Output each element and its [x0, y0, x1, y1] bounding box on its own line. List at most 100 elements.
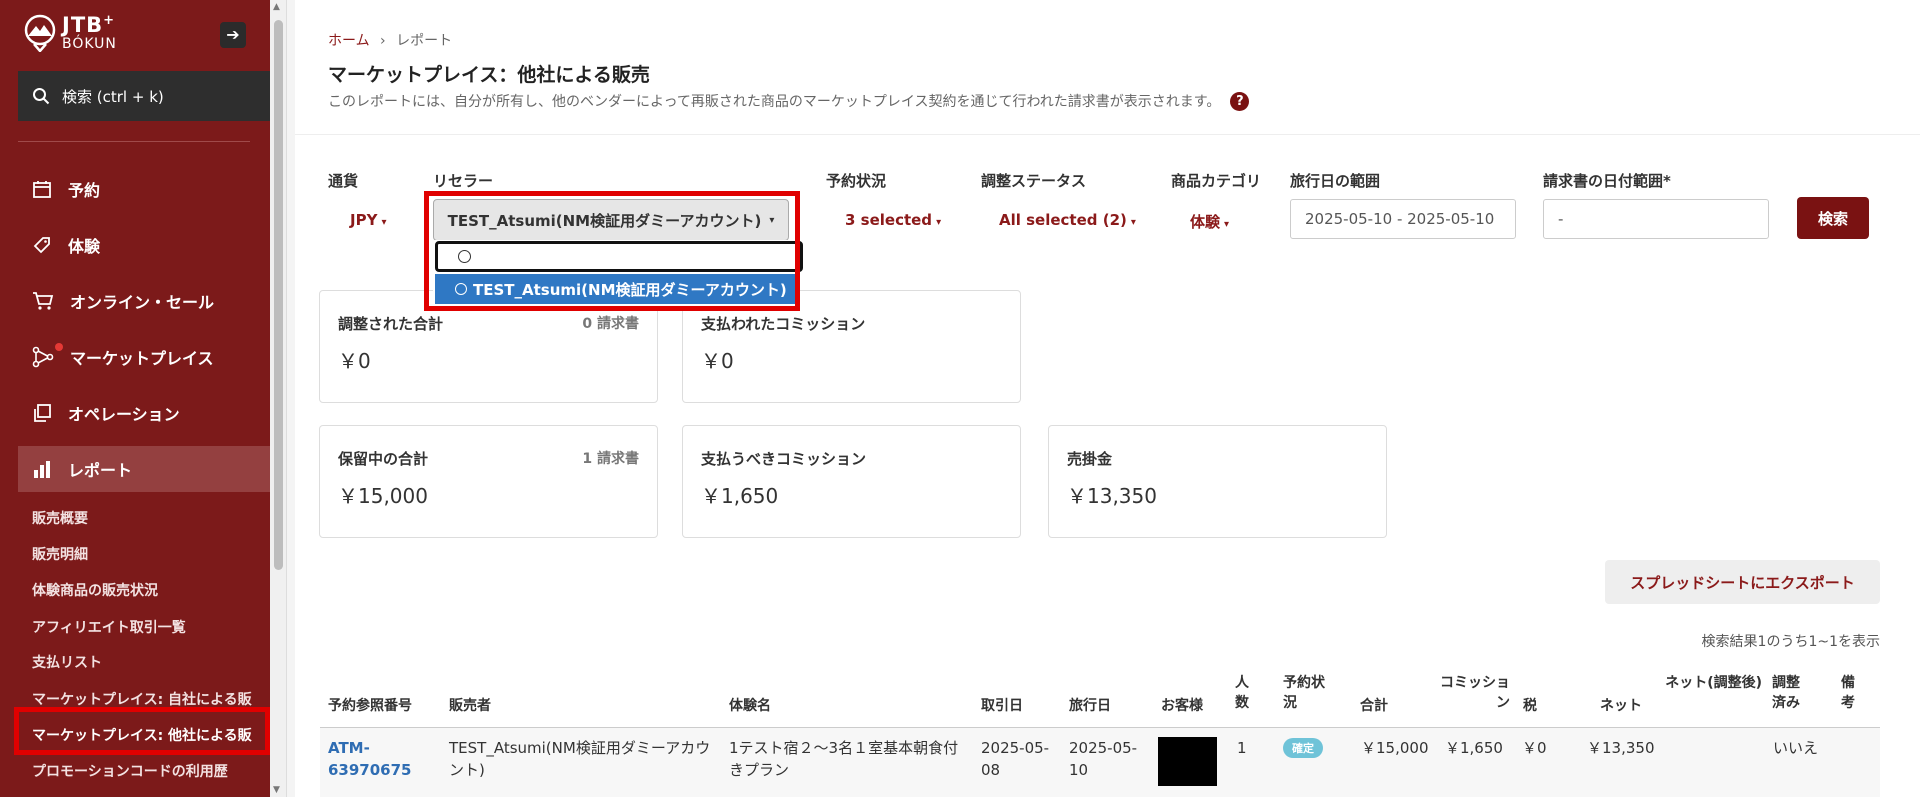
invoice-date-input[interactable]: -: [1543, 199, 1769, 239]
sidebar-sub-payment-list[interactable]: 支払リスト: [32, 652, 102, 672]
result-info: 検索結果1のうち1~1を表示: [1701, 634, 1880, 650]
th-seller[interactable]: 販売者: [449, 697, 491, 717]
card-receivables: 売掛金 ￥13,350: [1048, 425, 1387, 538]
sidebar-sub-affiliate[interactable]: アフィリエイト取引一覧: [32, 617, 186, 637]
card-value: ￥1,650: [701, 484, 779, 508]
category-select[interactable]: 体験 ▾: [1190, 211, 1229, 232]
calendar-icon: [33, 181, 51, 198]
sidebar-item-bookings[interactable]: 予約: [18, 166, 270, 212]
mountain-logo-icon: [24, 14, 56, 53]
sidebar-sub-sales-detail[interactable]: 販売明細: [32, 544, 88, 564]
th-adjusted[interactable]: 調整済み: [1772, 674, 1812, 713]
th-experience[interactable]: 体験名: [729, 697, 771, 717]
sidebar: JTB+ BÓKUN ➔ 検索 (ctrl + k) 予約 体験 オンライン・セ…: [0, 0, 270, 797]
booking-status-label: 予約状況: [826, 172, 887, 190]
sidebar-item-operations[interactable]: オペレーション: [18, 390, 270, 436]
card-value: ￥0: [701, 349, 734, 373]
booking-status-select[interactable]: 3 selected ▾: [845, 211, 941, 229]
scroll-down-icon[interactable]: ▼: [273, 785, 280, 795]
cell-travel-date: 2025-05-10: [1069, 739, 1138, 779]
travel-date-input[interactable]: 2025-05-10 - 2025-05-10: [1290, 199, 1516, 239]
th-travel-date[interactable]: 旅行日: [1069, 697, 1111, 717]
sidebar-item-label: レポート: [68, 461, 133, 480]
notification-dot: [55, 343, 63, 351]
cell-seller: TEST_Atsumi(NM検証用ダミーアカウント): [449, 739, 711, 779]
th-net[interactable]: ネット: [1600, 697, 1642, 717]
th-booking-ref[interactable]: 予約参照番号: [328, 697, 412, 717]
cart-icon: [33, 292, 54, 310]
logo-jtb: JTB: [62, 13, 104, 37]
booking-status-value: 3 selected: [845, 211, 933, 229]
status-badge: 確定: [1283, 738, 1323, 758]
sidebar-item-label: オペレーション: [68, 405, 180, 424]
scrollbar-thumb[interactable]: [274, 20, 283, 570]
page-description: このレポートには、自分が所有し、他のベンダーによって再販された商品のマーケットプ…: [328, 91, 1250, 111]
card-label: 調整された合計: [338, 315, 444, 333]
cell-commission: ￥1,650: [1445, 739, 1503, 757]
logo[interactable]: JTB+ BÓKUN: [24, 13, 117, 53]
sidebar-item-experiences[interactable]: 体験: [18, 222, 270, 268]
cell-people: 1: [1237, 739, 1247, 757]
highlight-box-reseller: [424, 191, 800, 311]
category-label: 商品カテゴリ: [1171, 172, 1262, 190]
card-label: 支払われたコミッション: [701, 315, 866, 333]
export-spreadsheet-button[interactable]: スプレッドシートにエクスポート: [1605, 560, 1880, 604]
currency-select[interactable]: JPY ▾: [350, 211, 386, 229]
sidebar-divider: [18, 141, 250, 142]
sidebar-sub-experience-sales[interactable]: 体験商品の販売状況: [32, 580, 158, 600]
th-total[interactable]: 合計: [1360, 697, 1388, 717]
th-net-adjusted[interactable]: ネット(調整後): [1662, 674, 1762, 694]
page-title: マーケットプレイス：他社による販売: [328, 64, 650, 86]
sidebar-sub-promo-codes[interactable]: プロモーションコードの利用歴: [32, 761, 228, 781]
sidebar-item-online-sales[interactable]: オンライン・セール: [18, 278, 270, 324]
highlight-box-sidebar: [14, 707, 270, 755]
scroll-up-icon[interactable]: ▲: [273, 2, 280, 12]
th-notes[interactable]: 備考: [1841, 674, 1861, 713]
sidebar-item-label: 予約: [68, 181, 101, 200]
search-button[interactable]: 検索: [1797, 197, 1869, 239]
card-value: ￥13,350: [1067, 484, 1157, 508]
sidebar-search[interactable]: 検索 (ctrl + k): [18, 71, 270, 121]
travel-date-label: 旅行日の範囲: [1290, 172, 1381, 190]
arrow-right-icon: ➔: [226, 25, 240, 44]
card-commission-due: 支払うべきコミッション ￥1,650: [682, 425, 1021, 538]
page-header: ホーム › レポート マーケットプレイス：他社による販売 このレポートには、自分…: [295, 0, 1920, 135]
th-tax[interactable]: 税: [1523, 697, 1537, 717]
sidebar-item-marketplace[interactable]: マーケットプレイス: [18, 334, 270, 380]
th-people[interactable]: 人数: [1235, 674, 1255, 713]
help-icon[interactable]: ?: [1230, 91, 1250, 111]
th-commission[interactable]: コミッション: [1435, 674, 1510, 713]
main-content: ホーム › レポート マーケットプレイス：他社による販売 このレポートには、自分…: [295, 0, 1920, 797]
collapse-sidebar-button[interactable]: ➔: [220, 22, 246, 48]
th-booking-status[interactable]: 予約状況: [1283, 674, 1333, 713]
card-value: ￥15,000: [338, 484, 428, 508]
caret-down-icon: ▾: [1130, 217, 1136, 228]
caret-down-icon: ▾: [1224, 219, 1230, 230]
cell-net: ￥13,350: [1587, 739, 1655, 757]
card-label: 保留中の合計: [338, 450, 429, 468]
cell-experience: 1テスト宿２〜3名１室基本朝食付きプラン: [729, 739, 959, 779]
breadcrumb-current: レポート: [396, 33, 453, 49]
th-customer[interactable]: お客様: [1161, 697, 1203, 717]
card-count: 0 請求書: [582, 316, 639, 332]
copy-icon: [34, 404, 51, 422]
card-pending-total: 保留中の合計 1 請求書 ￥15,000: [319, 425, 658, 538]
card-label: 支払うべきコミッション: [701, 450, 867, 468]
description-text: このレポートには、自分が所有し、他のベンダーによって再販された商品のマーケットプ…: [328, 94, 1221, 110]
bar-chart-icon: [34, 461, 50, 478]
caret-down-icon: ▾: [936, 217, 942, 228]
sidebar-sub-sales-summary[interactable]: 販売概要: [32, 508, 88, 528]
sidebar-sub-marketplace-own[interactable]: マーケットプレイス: 自社による販: [32, 689, 252, 709]
logo-bokun: BÓKUN: [62, 36, 117, 53]
breadcrumb-home[interactable]: ホーム: [328, 33, 370, 49]
card-value: ￥0: [338, 349, 371, 373]
sidebar-item-label: マーケットプレイス: [70, 349, 214, 368]
cell-booking-ref[interactable]: ATM-63970675: [328, 738, 412, 782]
adjustment-status-value: All selected (2): [999, 211, 1127, 229]
th-transaction-date[interactable]: 取引日: [981, 697, 1023, 717]
sidebar-item-label: オンライン・セール: [70, 293, 215, 312]
tag-icon: [33, 237, 50, 254]
adjustment-status-select[interactable]: All selected (2) ▾: [999, 211, 1136, 229]
sidebar-scrollbar[interactable]: ▲ ▼: [270, 0, 287, 797]
sidebar-item-reports[interactable]: レポート: [18, 446, 270, 492]
